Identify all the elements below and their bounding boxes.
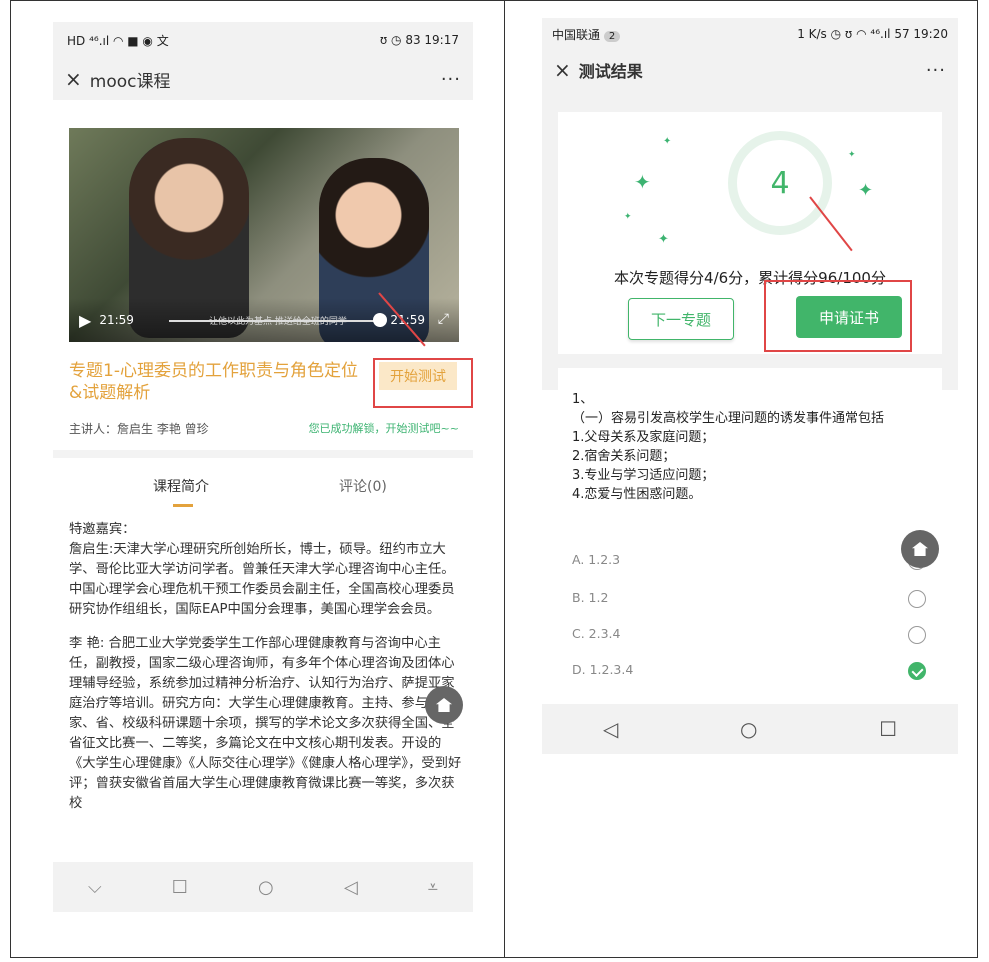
option-b-label: B. 1.2 bbox=[572, 590, 609, 605]
close-icon[interactable]: × bbox=[554, 58, 571, 82]
title-bar: × 测试结果 ··· bbox=[542, 50, 958, 90]
score-ring: 4 bbox=[728, 131, 832, 235]
sparkle-icon: ✦ bbox=[663, 136, 672, 147]
highlight-arrow-right bbox=[809, 196, 853, 252]
option-d-radio[interactable] bbox=[908, 662, 926, 680]
home-icon bbox=[912, 542, 928, 556]
nav-circle-icon[interactable]: ○ bbox=[740, 717, 757, 741]
carrier-label: 中国联通 bbox=[552, 27, 601, 42]
lecturers: 主讲人：詹启生 李艳 曾珍 bbox=[69, 422, 209, 436]
course-intro: 特邀嘉宾： 詹启生:天津大学心理研究所创始所长，博士，硕导。纽约市立大学、哥伦比… bbox=[69, 520, 465, 828]
question-card: 1、 （一）容易引发高校学生心理问题的诱发事件通常包括 1.父母关系及家庭问题；… bbox=[558, 368, 942, 702]
course-title: 专题1-心理委员的工作职责与角色定位&试题解析 bbox=[69, 361, 358, 403]
more-icon[interactable]: ··· bbox=[441, 69, 461, 90]
video-player[interactable]: ▶ 21:59 让他以此为基点 推送给全班的同学 21:59 ⤢ bbox=[69, 128, 459, 342]
status-bar: 中国联通 2 1 K/s ◷ ʊ ◠ ⁴⁶.ıl 57 19:20 bbox=[542, 18, 958, 50]
home-icon bbox=[436, 698, 452, 712]
option-a-label: A. 1.2.3 bbox=[572, 552, 621, 567]
option-c-radio[interactable] bbox=[908, 626, 926, 644]
tab-active-indicator bbox=[173, 504, 193, 507]
left-phone-screenshot: HD ⁴⁶.ıl ◠ ■ ◉ 文 ʊ ◷ 83 19:17 × mooc课程 ·… bbox=[53, 22, 473, 912]
home-floating-button[interactable] bbox=[901, 530, 939, 568]
nav-back-icon[interactable]: ◁ bbox=[344, 877, 358, 898]
video-subtitle: 让他以此为基点 推送给全班的同学 bbox=[209, 317, 347, 327]
video-current-time: 21:59 bbox=[99, 313, 134, 327]
intro-paragraph-1: 特邀嘉宾： 詹启生:天津大学心理研究所创始所长，博士，硕导。纽约市立大学、哥伦比… bbox=[69, 522, 455, 617]
status-bar: HD ⁴⁶.ıl ◠ ■ ◉ 文 ʊ ◷ 83 19:17 bbox=[53, 22, 473, 58]
score-value: 4 bbox=[770, 165, 790, 201]
system-nav-bar: ◁ ○ ☐ bbox=[542, 704, 958, 754]
status-carrier: 中国联通 2 bbox=[552, 26, 621, 43]
sparkle-icon: ✦ bbox=[848, 150, 856, 160]
sparkle-icon: ✦ bbox=[634, 170, 651, 194]
page-title: mooc课程 bbox=[89, 71, 171, 92]
question-text: 1、 （一）容易引发高校学生心理问题的诱发事件通常包括 1.父母关系及家庭问题；… bbox=[572, 392, 885, 502]
option-c-label: C. 2.3.4 bbox=[572, 626, 621, 641]
close-icon[interactable]: × bbox=[65, 67, 82, 91]
status-right: ʊ ◷ 83 19:17 bbox=[379, 33, 459, 47]
sparkle-icon: ✦ bbox=[658, 232, 669, 247]
status-left-icons: HD ⁴⁶.ıl ◠ ■ ◉ 文 bbox=[67, 33, 169, 48]
highlight-box-start-test bbox=[373, 358, 473, 408]
score-card: 4 ✦ ✦ ✦ ✦ ✦ ✦ 本次专题得分4/6分，累计得分96/100分 下一专… bbox=[558, 112, 942, 354]
next-topic-button[interactable]: 下一专题 bbox=[628, 298, 734, 340]
sparkle-icon: ✦ bbox=[858, 180, 874, 201]
system-nav-bar: ⌵ ☐ ○ ◁ ⩡ bbox=[53, 862, 473, 912]
home-floating-button[interactable] bbox=[425, 686, 463, 724]
nav-back-icon[interactable]: ◁ bbox=[603, 717, 618, 741]
tab-bar: 课程简介 评论(0) bbox=[53, 458, 473, 508]
nav-menu-icon[interactable]: ⩡ bbox=[428, 877, 438, 898]
fullscreen-icon[interactable]: ⤢ bbox=[438, 311, 449, 327]
status-right: 1 K/s ◷ ʊ ◠ ⁴⁶.ıl 57 19:20 bbox=[797, 27, 948, 41]
option-b-radio[interactable] bbox=[908, 590, 926, 608]
highlight-box-certificate bbox=[764, 280, 912, 352]
right-phone-screenshot: 中国联通 2 1 K/s ◷ ʊ ◠ ⁴⁶.ıl 57 19:20 × 测试结果… bbox=[542, 18, 958, 390]
more-icon[interactable]: ··· bbox=[926, 60, 946, 81]
sparkle-icon: ✦ bbox=[624, 212, 632, 222]
tab-course-intro[interactable]: 课程简介 bbox=[153, 476, 209, 496]
page-title: 测试结果 bbox=[578, 62, 643, 81]
panel-divider bbox=[504, 0, 505, 958]
nav-circle-icon[interactable]: ○ bbox=[258, 877, 274, 898]
title-bar: × mooc课程 ··· bbox=[53, 58, 473, 100]
nav-square-icon[interactable]: ☐ bbox=[172, 877, 188, 898]
play-icon[interactable]: ▶ bbox=[79, 311, 91, 330]
tab-comments[interactable]: 评论(0) bbox=[339, 476, 387, 496]
unlock-message: 您已成功解锁，开始测试吧~~ bbox=[308, 422, 459, 435]
nav-chevron-down-icon[interactable]: ⌵ bbox=[88, 877, 102, 898]
video-progress-knob[interactable] bbox=[373, 313, 387, 327]
option-d-label: D. 1.2.3.4 bbox=[572, 662, 634, 677]
nav-square-icon[interactable]: ☐ bbox=[879, 717, 897, 741]
sim-badge: 2 bbox=[603, 30, 621, 42]
section-gap bbox=[53, 450, 473, 458]
intro-paragraph-2: 李 艳: 合肥工业大学党委学生工作部心理健康教育与咨询中心主任，副教授，国家二级… bbox=[69, 636, 462, 811]
